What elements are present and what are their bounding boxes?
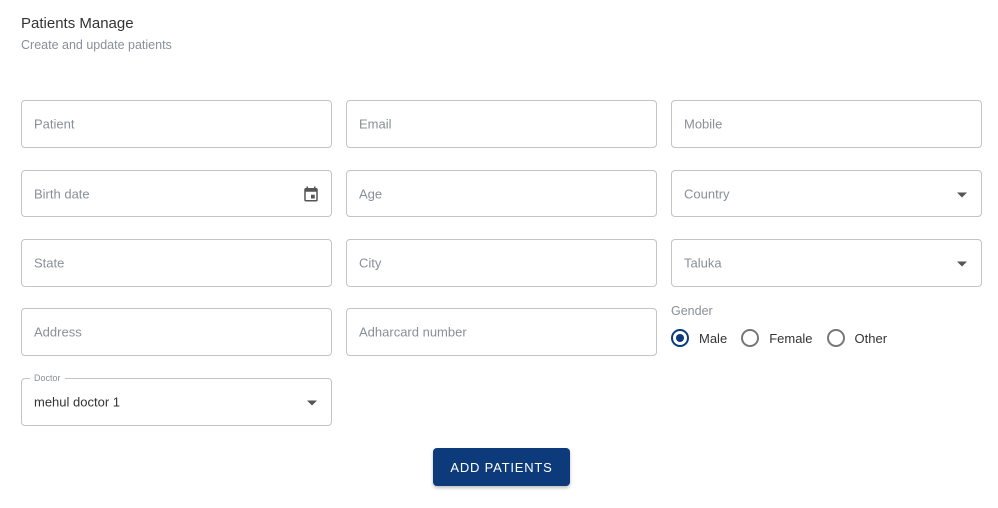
doctor-select[interactable]: Doctor mehul doctor 1: [21, 373, 332, 426]
gender-female-radio[interactable]: Female: [741, 329, 813, 347]
city-placeholder: City: [359, 255, 382, 271]
chevron-down-icon: [957, 192, 967, 197]
adharcard-placeholder: Adharcard number: [359, 324, 467, 340]
adharcard-input[interactable]: Adharcard number: [346, 308, 657, 356]
age-input[interactable]: Age: [346, 170, 657, 217]
mobile-input[interactable]: Mobile: [671, 100, 982, 148]
doctor-label: Doctor: [30, 373, 65, 384]
birth-date-input[interactable]: Birth date: [21, 170, 332, 217]
gender-label: Gender: [671, 304, 713, 318]
country-placeholder: Country: [684, 186, 730, 201]
birth-date-placeholder: Birth date: [34, 186, 90, 201]
address-input[interactable]: Address: [21, 308, 332, 356]
patient-input[interactable]: Patient: [21, 100, 332, 148]
email-placeholder: Email: [359, 116, 392, 132]
gender-male-radio[interactable]: Male: [671, 329, 727, 347]
add-patients-button[interactable]: ADD PATIENTS: [433, 448, 570, 486]
taluka-select[interactable]: Taluka: [671, 239, 982, 287]
patients-form-card: Patients Manage Create and update patien…: [0, 0, 998, 508]
radio-unchecked-icon: [741, 329, 760, 347]
gender-other-radio[interactable]: Other: [826, 329, 888, 347]
gender-other-label: Other: [854, 330, 888, 346]
doctor-value: mehul doctor 1: [34, 394, 120, 410]
address-placeholder: Address: [34, 324, 82, 340]
radio-unchecked-icon: [826, 329, 845, 347]
state-placeholder: State: [34, 255, 65, 271]
patient-placeholder: Patient: [34, 116, 75, 132]
mobile-placeholder: Mobile: [684, 116, 723, 132]
calendar-icon[interactable]: [302, 185, 320, 203]
email-input[interactable]: Email: [346, 100, 657, 148]
country-select[interactable]: Country: [671, 170, 982, 217]
radio-checked-icon: [671, 329, 689, 347]
chevron-down-icon: [307, 400, 317, 406]
gender-female-label: Female: [769, 330, 813, 346]
age-placeholder: Age: [359, 186, 383, 201]
gender-radio-group: Male Female Other: [671, 329, 901, 347]
state-input[interactable]: State: [21, 239, 332, 287]
page-subtitle: Create and update patients: [21, 38, 172, 52]
taluka-placeholder: Taluka: [684, 255, 722, 271]
city-input[interactable]: City: [346, 239, 657, 287]
page-title: Patients Manage: [21, 15, 134, 32]
gender-male-label: Male: [699, 330, 728, 346]
chevron-down-icon: [957, 261, 967, 267]
